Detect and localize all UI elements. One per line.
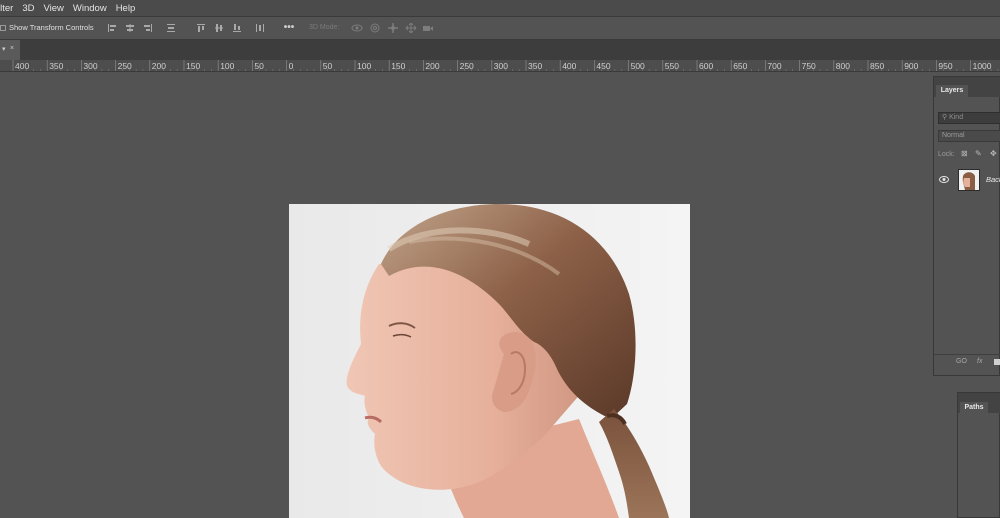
layers-panel: Layers ⚲ Kind Normal Lock: ⊠ ✎ ✥ Back GO… (933, 76, 1000, 376)
ruler-label: 400 (562, 61, 576, 71)
video-camera-3d-icon[interactable] (422, 23, 434, 33)
layer-filter-kind: Kind (949, 114, 964, 121)
ruler-label: 0 (289, 61, 294, 71)
ruler-label: 300 (83, 61, 97, 71)
show-transform-controls-label: Show Transform Controls (9, 23, 94, 32)
align-top-edges-icon[interactable] (196, 23, 206, 33)
layers-panel-tabbar: Layers (934, 77, 1000, 97)
lock-position-icon[interactable]: ✥ (990, 150, 998, 158)
layer-name[interactable]: Back (986, 175, 1000, 184)
ruler-label: 850 (870, 61, 884, 71)
ruler-label: 100 (357, 61, 371, 71)
ruler-label: 200 (152, 61, 166, 71)
ruler-label: 550 (665, 61, 679, 71)
canvas-image[interactable] (289, 204, 690, 518)
ruler-label: 100 (220, 61, 234, 71)
ruler-label: 450 (596, 61, 610, 71)
paths-panel: Paths (957, 392, 1000, 518)
ruler-label: 150 (391, 61, 405, 71)
tab-paths[interactable]: Paths (960, 402, 988, 413)
3d-mode-label: 3D Mode: (309, 24, 340, 31)
layer-filter-input[interactable]: ⚲ Kind (938, 112, 1000, 124)
ruler-label: 250 (118, 61, 132, 71)
distribute-horizontal-icon[interactable] (255, 23, 265, 33)
add-mask-icon[interactable] (994, 359, 1000, 365)
roll-3d-icon[interactable] (369, 23, 381, 33)
menu-window[interactable]: Window (73, 3, 107, 14)
tab-layers[interactable]: Layers (936, 85, 968, 97)
ruler-label: 900 (904, 61, 918, 71)
layers-bottom-toolbar: GO fx (934, 354, 1000, 369)
distribute-vertical-icon[interactable] (166, 23, 176, 33)
ruler-label: 800 (836, 61, 850, 71)
ruler-label: 750 (802, 61, 816, 71)
menu-bar: ilter 3D View Window Help (0, 0, 1000, 16)
visibility-eye-icon[interactable] (939, 176, 949, 183)
layer-thumbnail-image (959, 170, 979, 190)
ruler-label: 250 (460, 61, 474, 71)
options-bar: Show Transform Controls ••• 3D Mode: (0, 16, 1000, 40)
tab-menu-icon[interactable]: ▾ (2, 45, 6, 53)
show-transform-controls-checkbox[interactable] (0, 25, 6, 31)
ruler-label: 200 (425, 61, 439, 71)
align-vertical-centers-icon[interactable] (214, 23, 224, 33)
ruler-label: 400 (15, 61, 29, 71)
ruler-label: 700 (767, 61, 781, 71)
orbit-3d-icon[interactable] (351, 23, 363, 33)
ruler-label: 950 (938, 61, 952, 71)
layer-thumbnail[interactable] (958, 169, 980, 191)
slide-3d-icon[interactable] (405, 23, 417, 33)
document-tab-strip: ▾ × (0, 40, 1000, 60)
align-bottom-edges-icon[interactable] (232, 23, 242, 33)
document-tab[interactable]: ▾ × (0, 40, 20, 60)
fx-icon[interactable]: fx (977, 358, 982, 365)
lock-transparent-pixels-icon[interactable]: ⊠ (961, 150, 969, 158)
menu-3d[interactable]: 3D (22, 3, 34, 14)
align-right-edges-icon[interactable] (143, 23, 153, 33)
ruler-label: 350 (49, 61, 63, 71)
lock-image-pixels-icon[interactable]: ✎ (975, 150, 983, 158)
pan-3d-icon[interactable] (387, 23, 399, 33)
tab-close-icon[interactable]: × (10, 45, 14, 52)
more-options-icon[interactable]: ••• (282, 23, 296, 33)
link-layers-icon[interactable]: GO (956, 358, 967, 365)
align-horizontal-centers-icon[interactable] (125, 23, 135, 33)
layer-row[interactable]: Back (934, 167, 1000, 193)
ruler-label: 150 (186, 61, 200, 71)
menu-filter[interactable]: ilter (0, 3, 13, 14)
ruler-label: 500 (631, 61, 645, 71)
ruler-label: 600 (699, 61, 713, 71)
ruler-scale: 400 350 300 250 200 150 100 50 0 50 100 150 200 250 30… (12, 60, 999, 71)
ruler-label: 300 (494, 61, 508, 71)
blend-mode-select[interactable]: Normal (938, 130, 1000, 142)
ruler-label: 1000 (973, 61, 992, 71)
align-left-edges-icon[interactable] (107, 23, 117, 33)
portrait-photo (289, 204, 690, 518)
ruler-label: 650 (733, 61, 747, 71)
lock-label: Lock: (938, 151, 955, 158)
horizontal-ruler: 400 350 300 250 200 150 100 50 0 50 100 150 200 250 30… (0, 60, 1000, 72)
menu-view[interactable]: View (43, 3, 63, 14)
paths-panel-tabbar: Paths (958, 393, 1000, 413)
menu-help[interactable]: Help (116, 3, 136, 14)
ruler-label: 350 (528, 61, 542, 71)
